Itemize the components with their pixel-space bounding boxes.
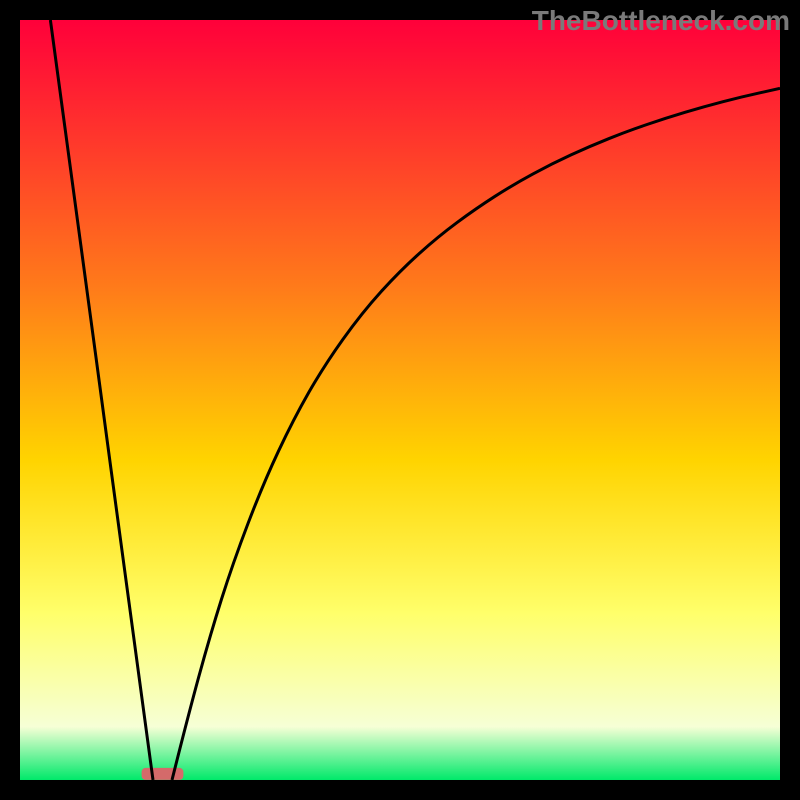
gradient-background <box>20 20 780 780</box>
bottleneck-chart <box>0 0 800 800</box>
watermark-text: TheBottleneck.com <box>532 5 790 37</box>
minimum-marker <box>142 768 184 780</box>
chart-frame <box>0 0 800 800</box>
